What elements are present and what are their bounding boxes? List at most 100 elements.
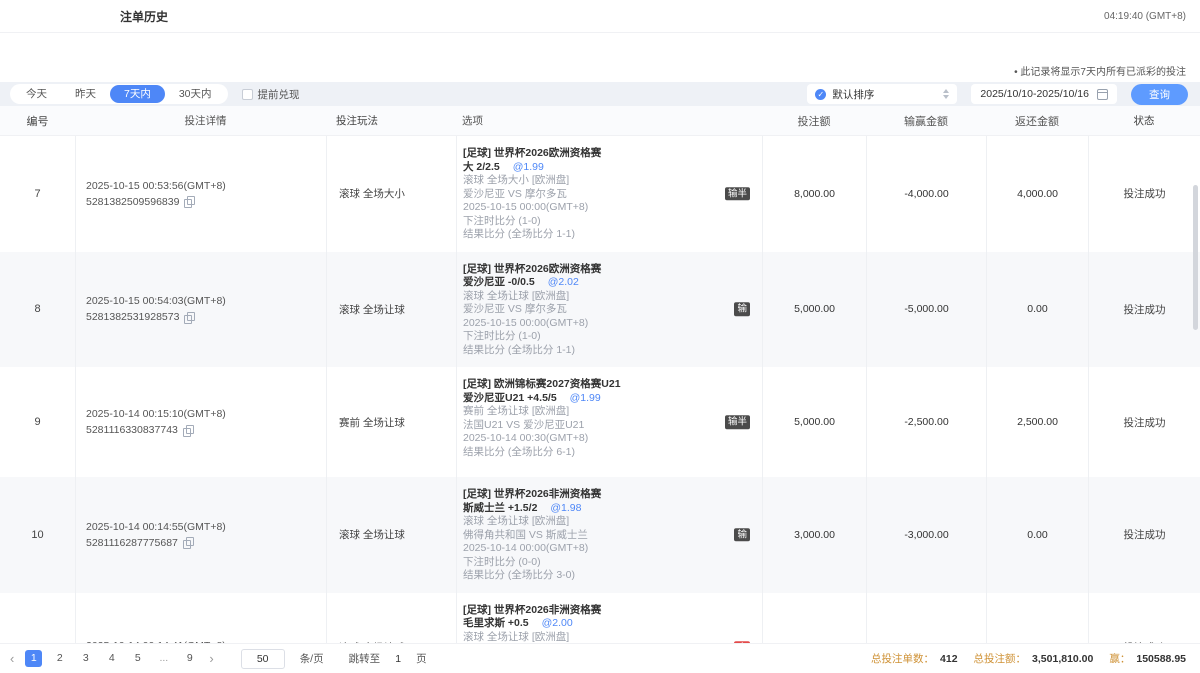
result-badge: 输半 (725, 415, 750, 429)
page-unit-label: 页 (416, 651, 427, 666)
option-detail-line: 佛得角共和国 VS 斯威士兰 (463, 529, 722, 543)
option-cell: [足球] 世界杯2026非洲资格赛 毛里求斯 +0.5 @2.00 滚球 全场让… (456, 593, 762, 644)
bet-time: 2025-10-15 00:54:03(GMT+8) (86, 295, 326, 307)
win-loss-cell: -3,000.00 (866, 477, 986, 593)
pick-selection: 爱沙尼亚 -0/0.5 (463, 276, 535, 288)
row-number: 10 (0, 477, 75, 593)
return-amount-cell: 4,000.00 (986, 136, 1088, 252)
table-row: 10 2025-10-14 00:14:55(GMT+8) 5281116287… (0, 477, 1200, 593)
pick-selection: 毛里求斯 +0.5 (463, 617, 529, 629)
copy-icon[interactable] (183, 537, 193, 548)
page-button[interactable]: 5 (129, 650, 146, 667)
odds-value[interactable]: @2.00 (542, 617, 573, 629)
bet-amount-cell: 5,000.00 (762, 593, 866, 644)
status-cell: 投注成功 (1088, 477, 1200, 593)
date-filter-pill[interactable]: 30天内 (165, 85, 226, 103)
query-button[interactable]: 查询 (1131, 84, 1188, 105)
early-cashout-toggle[interactable]: 提前兑现 (242, 87, 300, 102)
win-loss-cell: -5,000.00 (866, 252, 986, 368)
bet-time: 2025-10-15 00:53:56(GMT+8) (86, 180, 326, 192)
league-name: [足球] 世界杯2026非洲资格赛 (463, 604, 722, 618)
page-button[interactable]: 3 (77, 650, 94, 667)
filter-bar: 今天昨天7天内30天内 提前兑现 ✓ 默认排序 2025/10/10-2025/… (0, 82, 1200, 106)
play-type-cell: 滚球 全场让球 (326, 477, 456, 593)
sort-select-value: 默认排序 (832, 87, 874, 102)
row-number: 9 (0, 367, 75, 477)
col-header-return: 返还金额 (986, 113, 1088, 129)
table-header: 编号 投注详情 投注玩法 选项 投注额 输赢金额 返还金额 状态 (0, 106, 1200, 136)
vertical-scrollbar[interactable] (1193, 185, 1198, 330)
option-detail-line: 赛前 全场让球 [欧洲盘] (463, 405, 722, 419)
return-amount-cell: 10,000.00 (986, 593, 1088, 644)
bet-details-cell: 2025-10-14 00:14:41(GMT+8) (75, 593, 326, 644)
option-detail-line: 结果比分 (全场比分 6-1) (463, 446, 722, 460)
page-button[interactable]: 9 (181, 650, 198, 667)
prev-page-icon[interactable]: ‹ (8, 651, 16, 666)
footer-bar: ‹ 12345...9 › 条/页 跳转至 1 页 总投注单数： 412 总投注… (0, 643, 1200, 673)
league-name: [足球] 欧洲锦标赛2027资格赛U21 (463, 378, 722, 392)
result-badge: 赢 (734, 641, 750, 643)
option-cell: [足球] 欧洲锦标赛2027资格赛U21 爱沙尼亚U21 +4.5/5 @1.9… (456, 367, 762, 477)
option-detail-line: 下注时比分 (0-0) (463, 556, 722, 570)
checkbox-icon[interactable] (242, 89, 253, 100)
league-name: [足球] 世界杯2026欧洲资格赛 (463, 263, 722, 277)
table-row: 11 2025-10-14 00:14:41(GMT+8) 滚球 全场让球 [足… (0, 593, 1200, 644)
check-circle-icon: ✓ (815, 89, 826, 100)
option-detail-line: 2025-10-15 00:00(GMT+8) (463, 317, 722, 331)
col-header-option: 选项 (456, 113, 762, 128)
play-type-cell: 滚球 全场让球 (326, 252, 456, 368)
odds-value[interactable]: @1.99 (513, 161, 544, 173)
option-detail-lines: 滚球 全场让球 [欧洲盘]毛里求斯 VS 利比亚 (463, 631, 722, 644)
option-cell: [足球] 世界杯2026欧洲资格赛 爱沙尼亚 -0/0.5 @2.02 滚球 全… (456, 252, 762, 368)
page-button[interactable]: 4 (103, 650, 120, 667)
order-number: 5281116287775687 (86, 537, 178, 549)
date-filter-pill[interactable]: 今天 (12, 85, 61, 103)
pick-line: 爱沙尼亚U21 +4.5/5 @1.99 (463, 392, 722, 406)
settlement-tabs (0, 58, 68, 82)
copy-icon[interactable] (184, 312, 194, 323)
copy-icon[interactable] (184, 196, 194, 207)
odds-value[interactable]: @1.99 (570, 392, 601, 404)
next-page-icon[interactable]: › (207, 651, 215, 666)
page-button[interactable]: 2 (51, 650, 68, 667)
status-cell: 投注成功 (1088, 593, 1200, 644)
per-page-label: 条/页 (300, 651, 324, 666)
jump-page-input[interactable]: 1 (389, 653, 407, 665)
odds-value[interactable]: @1.98 (550, 502, 581, 514)
result-badge: 输半 (725, 187, 750, 201)
bet-time: 2025-10-14 00:15:10(GMT+8) (86, 408, 326, 420)
total-count-value: 412 (940, 653, 958, 665)
bet-amount-cell: 3,000.00 (762, 477, 866, 593)
pick-selection: 大 2/2.5 (463, 161, 500, 173)
option-detail-line: 滚球 全场让球 [欧洲盘] (463, 631, 722, 644)
option-detail-line: 下注时比分 (1-0) (463, 330, 722, 344)
option-cell: [足球] 世界杯2026欧洲资格赛 大 2/2.5 @1.99 滚球 全场大小 … (456, 136, 762, 252)
option-detail-line: 结果比分 (全场比分 1-1) (463, 228, 722, 242)
league-name: [足球] 世界杯2026非洲资格赛 (463, 488, 722, 502)
option-detail-lines: 赛前 全场让球 [欧洲盘]法国U21 VS 爱沙尼亚U212025-10-14 … (463, 405, 722, 459)
page-buttons: 12345...9 (25, 650, 198, 667)
page-size-input[interactable] (241, 649, 285, 669)
pick-line: 毛里求斯 +0.5 @2.00 (463, 617, 722, 631)
play-type-cell: 滚球 全场大小 (326, 136, 456, 252)
calendar-icon (1097, 89, 1108, 100)
bet-details-cell: 2025-10-15 00:54:03(GMT+8) 5281382531928… (75, 252, 326, 368)
date-filter-pill[interactable]: 7天内 (110, 85, 165, 103)
table-row: 7 2025-10-15 00:53:56(GMT+8) 52813825095… (0, 136, 1200, 252)
table-row: 8 2025-10-15 00:54:03(GMT+8) 52813825319… (0, 252, 1200, 368)
date-filter-pill[interactable]: 昨天 (61, 85, 110, 103)
bet-details-cell: 2025-10-14 00:14:55(GMT+8) 5281116287775… (75, 477, 326, 593)
page-button[interactable]: 1 (25, 650, 42, 667)
status-cell: 投注成功 (1088, 367, 1200, 477)
table-row: 9 2025-10-14 00:15:10(GMT+8) 52811163308… (0, 367, 1200, 477)
top-bar: 注单历史 04:19:40 (GMT+8) (0, 0, 1200, 33)
option-detail-line: 滚球 全场让球 [欧洲盘] (463, 290, 722, 304)
row-number: 7 (0, 136, 75, 252)
odds-value[interactable]: @2.02 (548, 276, 579, 288)
order-line: 5281116287775687 (86, 537, 326, 549)
date-range-picker[interactable]: 2025/10/10-2025/10/16 (971, 84, 1117, 104)
sort-select[interactable]: ✓ 默认排序 (807, 84, 957, 104)
category-tabs (0, 33, 1200, 58)
copy-icon[interactable] (183, 425, 193, 436)
return-amount-cell: 2,500.00 (986, 367, 1088, 477)
